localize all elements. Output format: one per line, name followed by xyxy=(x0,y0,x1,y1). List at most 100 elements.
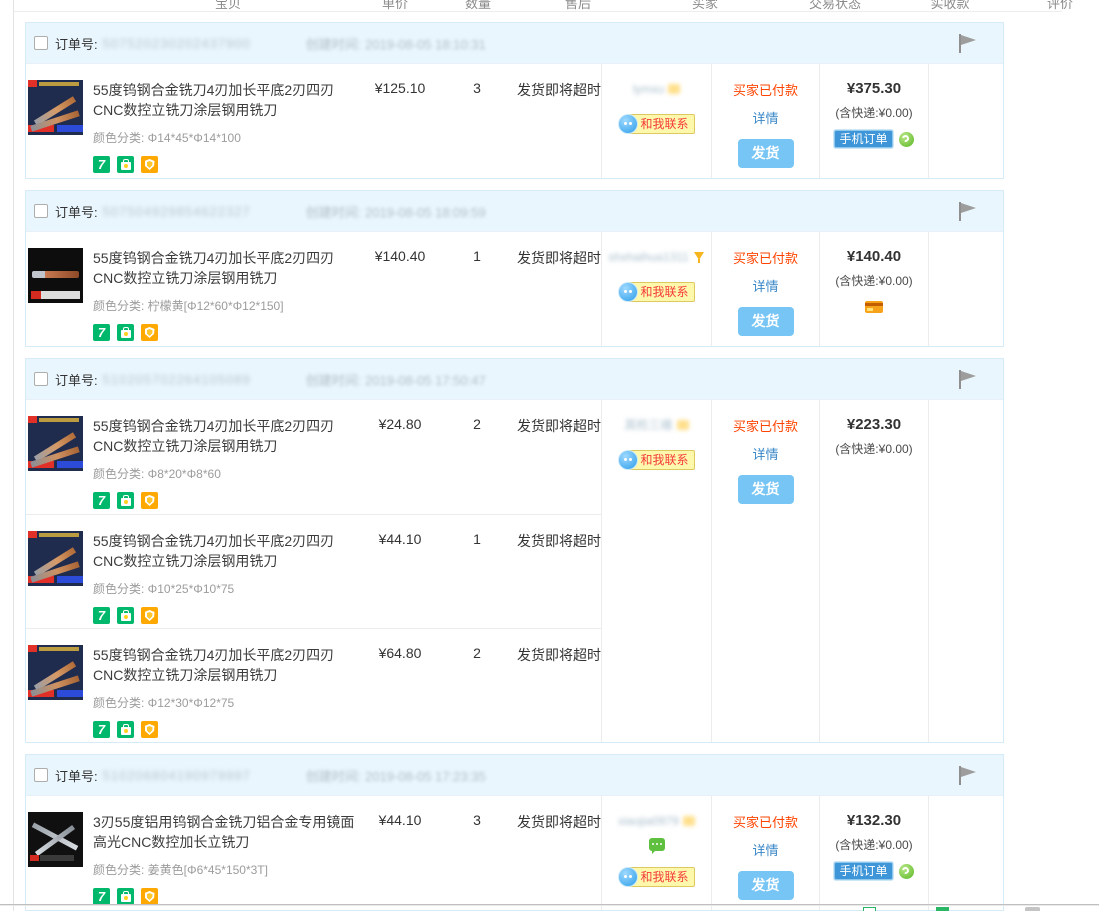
order-checkbox[interactable] xyxy=(34,204,48,218)
flag-icon[interactable] xyxy=(959,34,979,54)
payment-status-text: 买家已付款 xyxy=(712,812,819,831)
service-icons: 7 xyxy=(93,324,355,341)
product-image[interactable] xyxy=(28,531,83,586)
status-cell: 买家已付款 详情 发货 xyxy=(711,64,819,178)
ship-button[interactable]: 发货 xyxy=(738,307,794,336)
order-header: 订单号: 507520230202437900 创建时间: 2019-08-05… xyxy=(26,23,1003,63)
payment-status-text: 买家已付款 xyxy=(712,248,819,267)
order-body: 55度钨钢合金铣刀4刃加长平底2刃四刃CNC数控立铣刀涂层钢用铣刀 颜色分类: … xyxy=(26,399,1003,742)
order-no-label: 订单号: xyxy=(55,370,98,389)
contact-me-badge[interactable]: 和我联系 xyxy=(627,450,694,470)
guarantee-shield-icon xyxy=(141,156,158,173)
order-checkbox[interactable] xyxy=(34,372,48,386)
product-image[interactable] xyxy=(28,812,83,867)
product-title[interactable]: 55度钨钢合金铣刀4刃加长平底2刃四刃CNC数控立铣刀涂层钢用铣刀 xyxy=(93,248,355,288)
order-created-time: 创建时间: 2019-08-05 18:09:59 xyxy=(306,202,486,221)
service-icons: 7 xyxy=(93,156,355,173)
product-variant: 颜色分类: 姜黄色[Φ6*45*150*3T] xyxy=(93,861,355,878)
service-icons: 7 xyxy=(93,888,355,905)
product-title[interactable]: 55度钨钢合金铣刀4刃加长平底2刃四刃CNC数控立铣刀涂层钢用铣刀 xyxy=(93,416,355,456)
product-quantity: 1 xyxy=(445,531,509,628)
contact-me-badge[interactable]: 和我联系 xyxy=(627,114,694,134)
product-row: 55度钨钢合金铣刀4刃加长平底2刃四刃CNC数控立铣刀涂层钢用铣刀 颜色分类: … xyxy=(26,232,601,346)
buyer-name[interactable]: lymxu xyxy=(633,82,664,96)
service-icons: 7 xyxy=(93,607,355,624)
product-title[interactable]: 55度钨钢合金铣刀4刃加长平底2刃四刃CNC数控立铣刀涂层钢用铣刀 xyxy=(93,531,355,571)
products-column: 55度钨钢合金铣刀4刃加长平底2刃四刃CNC数控立铣刀涂层钢用铣刀 颜色分类: … xyxy=(26,232,601,346)
aftersale-status: 发货即将超时 xyxy=(509,645,601,742)
mobile-order-badge: 手机订单 xyxy=(834,862,892,880)
wangwang-icon xyxy=(618,114,638,134)
rating-cell xyxy=(928,232,1006,346)
flag-icon[interactable] xyxy=(959,202,979,222)
status-cell: 买家已付款 详情 发货 xyxy=(711,232,819,346)
buyer-message-icon[interactable] xyxy=(649,838,665,851)
order-header: 订单号: 507504929854622327 创建时间: 2019-08-05… xyxy=(26,191,1003,231)
order-card: 订单号: 507520230202437900 创建时间: 2019-08-05… xyxy=(25,22,1004,179)
buyer-name[interactable]: xiaojia0979 xyxy=(618,814,679,828)
ship-button[interactable]: 发货 xyxy=(738,475,794,504)
flag-icon[interactable] xyxy=(959,766,979,786)
product-info: 55度钨钢合金铣刀4刃加长平底2刃四刃CNC数控立铣刀涂层钢用铣刀 颜色分类: … xyxy=(93,80,355,178)
product-row: 55度钨钢合金铣刀4刃加长平底2刃四刃CNC数控立铣刀涂层钢用铣刀 颜色分类: … xyxy=(26,64,601,178)
consumer-protection-icon xyxy=(117,324,134,341)
aftersale-status: 发货即将超时 xyxy=(509,80,601,178)
product-price: ¥64.80 xyxy=(355,645,445,742)
bank-card-icon xyxy=(865,301,883,313)
product-image[interactable] xyxy=(28,416,83,471)
product-row: 55度钨钢合金铣刀4刃加长平底2刃四刃CNC数控立铣刀涂层钢用铣刀 颜色分类: … xyxy=(26,400,601,514)
detail-link[interactable]: 详情 xyxy=(712,108,819,127)
flag-icon[interactable] xyxy=(959,370,979,390)
payment-total: ¥375.30 xyxy=(820,80,928,97)
detail-link[interactable]: 详情 xyxy=(712,840,819,859)
seven-day-return-icon: 7 xyxy=(93,888,110,905)
contact-me-label: 和我联系 xyxy=(640,285,688,299)
detail-link[interactable]: 详情 xyxy=(712,276,819,295)
product-variant: 颜色分类: Φ8*20*Φ8*60 xyxy=(93,465,355,482)
order-no-label: 订单号: xyxy=(55,34,98,53)
product-row: 55度钨钢合金铣刀4刃加长平底2刃四刃CNC数控立铣刀涂层钢用铣刀 颜色分类: … xyxy=(26,514,601,628)
product-image[interactable] xyxy=(28,645,83,700)
payment-cell: ¥140.40 (含快递:¥0.00) xyxy=(819,232,928,346)
contact-me-label: 和我联系 xyxy=(640,117,688,131)
product-image[interactable] xyxy=(28,80,83,135)
product-title[interactable]: 55度钨钢合金铣刀4刃加长平底2刃四刃CNC数控立铣刀涂层钢用铣刀 xyxy=(93,80,355,120)
order-header: 订单号: 510206804190979997 创建时间: 2019-08-05… xyxy=(26,755,1003,795)
ship-button[interactable]: 发货 xyxy=(738,871,794,900)
product-quantity: 1 xyxy=(445,248,509,346)
service-icons: 7 xyxy=(93,492,355,509)
seven-day-return-icon: 7 xyxy=(93,721,110,738)
order-checkbox[interactable] xyxy=(34,36,48,50)
status-cell: 买家已付款 详情 发货 xyxy=(711,796,819,910)
contact-me-badge[interactable]: 和我联系 xyxy=(627,282,694,302)
guarantee-shield-icon xyxy=(141,721,158,738)
order-card: 订单号: 510205702264105089 创建时间: 2019-08-05… xyxy=(25,358,1004,743)
order-checkbox[interactable] xyxy=(34,768,48,782)
contact-me-badge[interactable]: 和我联系 xyxy=(627,867,694,887)
order-created-time: 创建时间: 2019-08-05 17:23:35 xyxy=(306,766,486,785)
guarantee-shield-icon xyxy=(141,324,158,341)
payment-cell: ¥223.30 (含快递:¥0.00) xyxy=(819,400,928,742)
product-quantity: 3 xyxy=(445,812,509,910)
rating-cell xyxy=(928,796,1006,910)
product-variant: 颜色分类: Φ14*45*Φ14*100 xyxy=(93,129,355,146)
guarantee-shield-icon xyxy=(141,607,158,624)
product-quantity: 3 xyxy=(445,80,509,178)
product-image[interactable] xyxy=(28,248,83,303)
consumer-protection-icon xyxy=(117,888,134,905)
detail-link[interactable]: 详情 xyxy=(712,444,819,463)
product-title[interactable]: 55度钨钢合金铣刀4刃加长平底2刃四刃CNC数控立铣刀涂层钢用铣刀 xyxy=(93,645,355,685)
buyer-rank-icon xyxy=(677,420,689,430)
product-title[interactable]: 3刃55度铝用钨钢合金铣刀铝合金专用镜面高光CNC数控加长立铣刀 xyxy=(93,812,355,852)
order-body: 55度钨钢合金铣刀4刃加长平底2刃四刃CNC数控立铣刀涂层钢用铣刀 颜色分类: … xyxy=(26,231,1003,346)
buyer-name[interactable]: shxhaihua1311 xyxy=(608,250,689,264)
service-icons: 7 xyxy=(93,721,355,738)
products-column: 55度钨钢合金铣刀4刃加长平底2刃四刃CNC数控立铣刀涂层钢用铣刀 颜色分类: … xyxy=(26,64,601,178)
ship-button[interactable]: 发货 xyxy=(738,139,794,168)
buyer-cell: shxhaihua1311 和我联系 xyxy=(601,232,711,346)
consumer-protection-icon xyxy=(117,607,134,624)
mobile-globe-icon xyxy=(899,864,914,879)
mobile-globe-icon xyxy=(899,132,914,147)
contact-me-label: 和我联系 xyxy=(640,870,688,884)
buyer-name[interactable]: 其检三维 xyxy=(624,416,672,433)
